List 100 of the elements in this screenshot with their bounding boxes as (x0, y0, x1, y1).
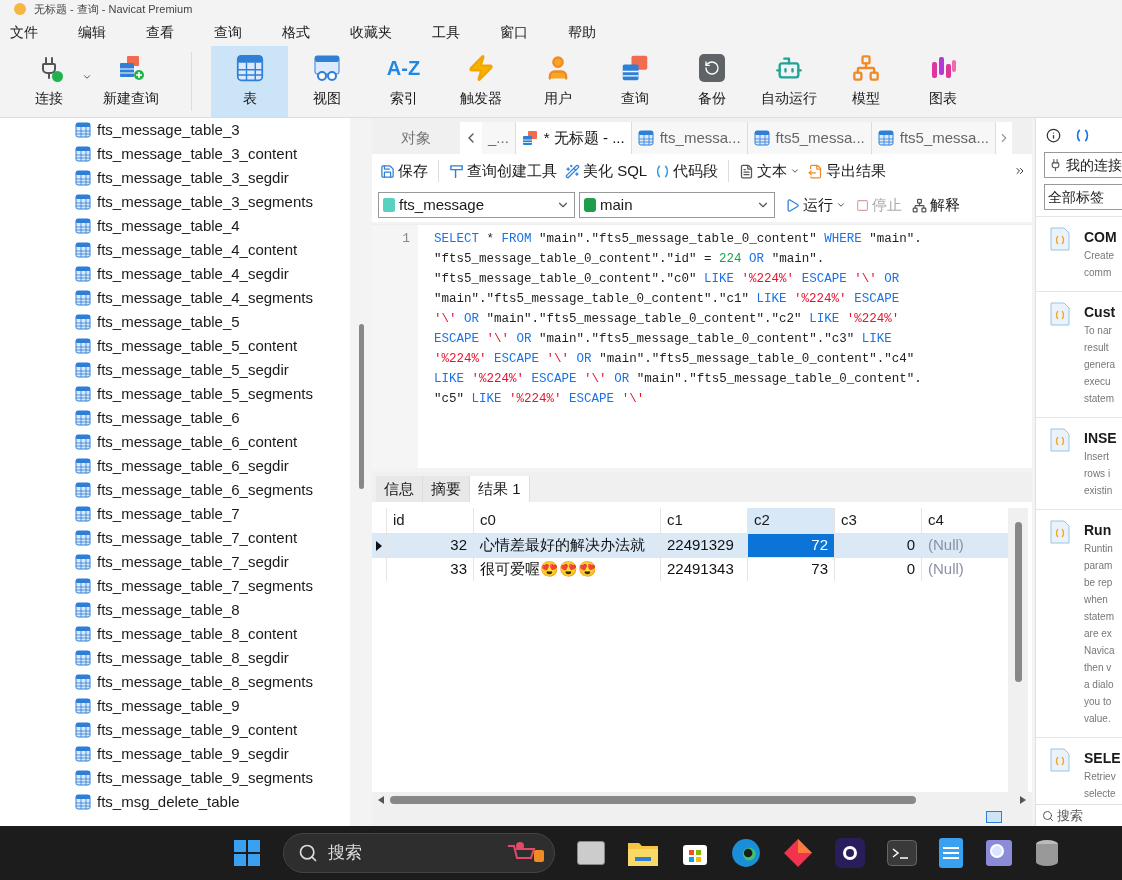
tree-item[interactable]: fts_message_table_8_segdir (0, 646, 350, 670)
notepad-icon[interactable] (939, 838, 963, 868)
scroll-left-icon[interactable] (378, 796, 384, 804)
database-select[interactable]: main (579, 192, 775, 218)
menu-item[interactable]: 查看 (136, 21, 184, 43)
menu-item[interactable]: 格式 (272, 21, 320, 43)
tree-item[interactable]: fts_message_table_4 (0, 214, 350, 238)
connection-select[interactable]: fts_message (378, 192, 575, 218)
grid-view-icon[interactable] (986, 811, 1002, 823)
scrollbar-thumb[interactable] (1014, 522, 1022, 682)
result-tab[interactable]: 摘要 (423, 476, 470, 502)
tree-item[interactable]: fts_message_table_5_segdir (0, 358, 350, 382)
tree-item[interactable]: fts_message_table_9 (0, 694, 350, 718)
menu-item[interactable]: 工具 (422, 21, 470, 43)
tree-item[interactable]: fts_message_table_5 (0, 310, 350, 334)
tree-item[interactable]: fts_message_table_7_content (0, 526, 350, 550)
snippet-item[interactable]: COM Create comm (1036, 216, 1122, 291)
run-button[interactable]: 运行 (785, 193, 846, 217)
tree-item[interactable]: fts_message_table_4_segdir (0, 262, 350, 286)
tree-item[interactable]: fts_message_table_6 (0, 406, 350, 430)
tree-item[interactable]: fts_message_table_7_segments (0, 574, 350, 598)
scrollbar-thumb[interactable] (390, 796, 916, 804)
result-tab[interactable]: 信息 (376, 476, 423, 502)
toolbar-button[interactable]: 表 (211, 46, 288, 117)
document-tab[interactable]: fts_messa... (631, 122, 748, 154)
toolbar-button[interactable]: 新建查询 (90, 46, 172, 117)
tree-item[interactable]: fts_message_table_7_segdir (0, 550, 350, 574)
snippet-item[interactable]: INSE Insert rows i existin (1036, 417, 1122, 509)
menu-item[interactable]: 文件 (0, 21, 48, 43)
table-row[interactable]: 32 心情差最好的解决办法就 22491329 72 0 (Null) (372, 533, 1008, 557)
toolbar-button[interactable]: 用户 (519, 46, 596, 117)
explain-button[interactable]: 解释 (912, 193, 960, 217)
tree-item[interactable]: fts_message_table_5_segments (0, 382, 350, 406)
menu-item[interactable]: 编辑 (68, 21, 116, 43)
connection-filter[interactable]: 我的连接 (1044, 152, 1122, 178)
object-tab[interactable]: 对象 (372, 122, 460, 154)
document-tab[interactable]: _... (482, 122, 516, 154)
windows-logo-icon[interactable] (233, 839, 261, 867)
scroll-right-icon[interactable] (1020, 796, 1026, 804)
result-tab[interactable]: 结果 1 (470, 476, 530, 502)
tree-item[interactable]: fts_message_table_9_content (0, 718, 350, 742)
toolbar-button[interactable]: 视图 (288, 46, 365, 117)
terminal-icon[interactable] (887, 840, 917, 866)
tree-item[interactable]: fts_message_table_6_segdir (0, 454, 350, 478)
tree-item[interactable]: fts_message_table_3_content (0, 142, 350, 166)
app-icon[interactable] (835, 838, 865, 868)
editor-toolbar-button[interactable]: 文本 (737, 159, 803, 183)
toolbar-button[interactable]: 触发器 (442, 46, 519, 117)
tree-item[interactable]: fts_message_table_6_content (0, 430, 350, 454)
editor-toolbar-button[interactable]: 代码段 (653, 159, 721, 183)
editor-toolbar-button[interactable]: 查询创建工具 (447, 159, 559, 183)
tree-item[interactable]: fts_message_table_4_content (0, 238, 350, 262)
tag-filter[interactable]: 全部标签 (1044, 184, 1122, 210)
snippet-item[interactable]: Cust To nar result genera execu statem (1036, 291, 1122, 417)
toolbar-button[interactable]: 备份 (673, 46, 750, 117)
tree-item[interactable]: fts_message_table_3 (0, 118, 350, 142)
menu-item[interactable]: 查询 (204, 21, 252, 43)
tree-item[interactable]: fts_message_table_8_content (0, 622, 350, 646)
tree-item[interactable]: fts_message_table_8_segments (0, 670, 350, 694)
toolbar-button[interactable]: 图表 (904, 46, 981, 117)
tree-item[interactable]: fts_message_table_9_segdir (0, 742, 350, 766)
scrollbar-thumb[interactable] (358, 324, 364, 489)
tree-item[interactable]: fts_message_table_8 (0, 598, 350, 622)
document-tab[interactable]: fts5_messa... (871, 122, 996, 154)
tree-item[interactable]: fts_message_table_7 (0, 502, 350, 526)
taskbar-search[interactable]: 搜索 (283, 833, 555, 873)
tree-item[interactable]: fts_message_table_5_content (0, 334, 350, 358)
view-icon (312, 54, 341, 82)
toolbar-button[interactable]: 自动运行 (750, 46, 827, 117)
diamond-icon[interactable] (783, 838, 813, 868)
tree-item[interactable]: fts_message_table_4_segments (0, 286, 350, 310)
table-row[interactable]: 33 很可爱喔😍😍😍 22491343 73 0 (Null) (372, 557, 1008, 581)
table-icon (75, 314, 91, 330)
tree-item[interactable]: fts_message_table_6_segments (0, 478, 350, 502)
more-icon[interactable] (1014, 165, 1026, 177)
snippet-item[interactable]: Run Runtin param be rep when statem are ex Navica then v a dialo you to value. (1036, 509, 1122, 737)
tree-item[interactable]: fts_msg_delete_table (0, 790, 350, 814)
editor-toolbar-button[interactable]: 导出结果 (806, 159, 889, 183)
toolbar-button[interactable]: 查询 (596, 46, 673, 117)
tree-item[interactable]: fts_message_table_9_segments (0, 766, 350, 790)
plug-icon (1049, 158, 1062, 172)
browser-icon[interactable] (731, 838, 761, 868)
editor-toolbar-button[interactable]: 保存 (378, 159, 430, 183)
editor-toolbar-button[interactable]: 美化 SQL (563, 159, 650, 183)
info-icon[interactable] (1046, 127, 1061, 143)
menu-item[interactable]: 帮助 (558, 21, 606, 43)
menu-item[interactable]: 窗口 (490, 21, 538, 43)
tree-item[interactable]: fts_message_table_3_segments (0, 190, 350, 214)
parentheses-icon[interactable] (1075, 127, 1090, 143)
document-tab[interactable]: * 无标题 - ... (515, 122, 632, 154)
tree-item[interactable]: fts_message_table_3_segdir (0, 166, 350, 190)
database-icon[interactable] (1035, 839, 1059, 867)
menu-item[interactable]: 收藏夹 (340, 21, 402, 43)
snippet-item[interactable]: SELE Retriev selecte (1036, 737, 1122, 804)
column-header[interactable]: c2 (747, 508, 834, 533)
toolbar-button[interactable]: 模型 (827, 46, 904, 117)
toolbar-button[interactable]: A-Z 索引 (365, 46, 442, 117)
magnifier-icon[interactable] (985, 839, 1013, 867)
toolbar-button[interactable]: 连接 (8, 46, 90, 117)
document-tab[interactable]: fts5_messa... (747, 122, 872, 154)
